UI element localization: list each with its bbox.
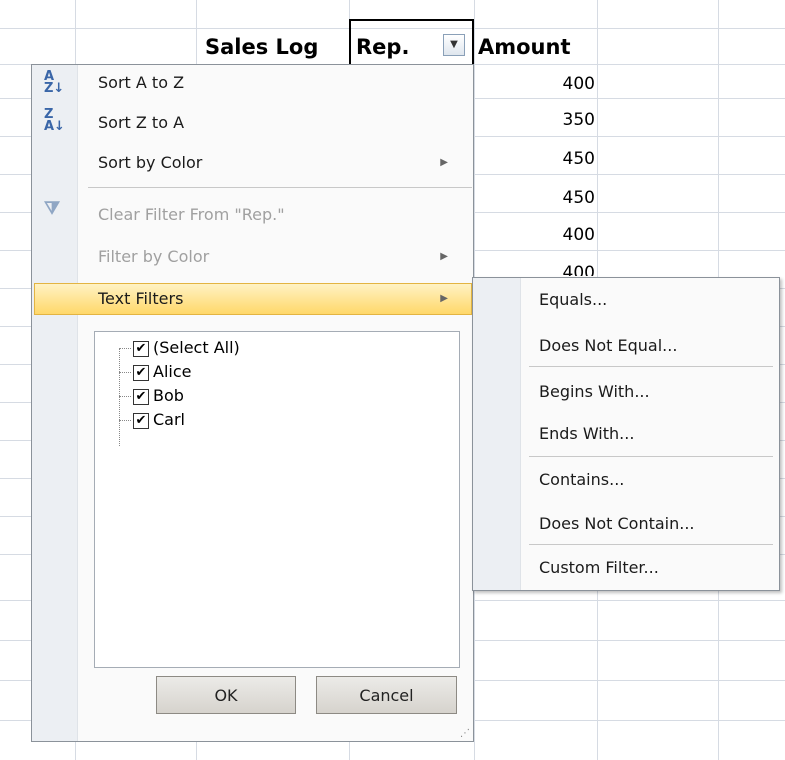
sort-za-icon: Z A↓ xyxy=(44,107,65,134)
header-amount[interactable]: Amount xyxy=(478,30,571,64)
checkbox-checked-icon[interactable]: ✔ xyxy=(133,341,149,357)
menu-separator xyxy=(88,187,472,188)
does-not-equal-item[interactable]: Does Not Equal... xyxy=(539,330,677,362)
checkbox-label: Alice xyxy=(153,362,192,381)
text-filters-submenu: Equals... Does Not Equal... Begins With.… xyxy=(472,277,780,591)
sort-by-color-item[interactable]: Sort by Color ▶ xyxy=(80,147,472,179)
custom-filter-item[interactable]: Custom Filter... xyxy=(539,552,659,584)
cancel-button[interactable]: Cancel xyxy=(316,676,457,714)
filter-by-color-item[interactable]: Filter by Color ▶ xyxy=(80,241,472,273)
tree-connector xyxy=(119,348,120,446)
filter-dropdown-button[interactable]: ▼ xyxy=(443,34,465,56)
amount-cell[interactable]: 450 xyxy=(475,147,595,171)
text-filters-item[interactable]: Text Filters ▶ xyxy=(80,283,472,315)
filter-values-list[interactable]: ✔ (Select All) ✔ Alice ✔ Bob ✔ Carl xyxy=(94,331,460,668)
amount-cell[interactable]: 400 xyxy=(475,260,595,276)
checkbox-label: Bob xyxy=(153,386,184,405)
menu-separator xyxy=(529,456,773,457)
clear-filter-icon: ⧩ xyxy=(44,198,61,219)
tree-connector xyxy=(119,396,131,397)
submenu-icon-gutter xyxy=(473,278,521,590)
menu-separator xyxy=(529,544,773,545)
resize-grip-icon[interactable]: ⋰ xyxy=(460,728,470,739)
equals-item[interactable]: Equals... xyxy=(539,284,607,316)
checkbox-label: (Select All) xyxy=(153,338,240,357)
amount-cell[interactable]: 450 xyxy=(475,186,595,210)
tree-connector xyxy=(119,420,131,421)
clear-filter-item[interactable]: Clear Filter From "Rep." xyxy=(80,199,472,231)
menu-separator xyxy=(529,366,773,367)
sort-az-icon: A Z↓ xyxy=(44,69,65,96)
sort-az-item[interactable]: Sort A to Z xyxy=(80,67,472,99)
checkbox-checked-icon[interactable]: ✔ xyxy=(133,389,149,405)
sort-za-item[interactable]: Sort Z to A xyxy=(80,107,472,139)
amount-cell[interactable]: 400 xyxy=(475,223,595,247)
tree-connector xyxy=(119,348,131,349)
checkbox-label: Carl xyxy=(153,410,185,429)
ends-with-item[interactable]: Ends With... xyxy=(539,418,634,450)
tree-connector xyxy=(119,372,131,373)
contains-item[interactable]: Contains... xyxy=(539,464,624,496)
submenu-arrow-icon: ▶ xyxy=(440,157,448,168)
checkbox-checked-icon[interactable]: ✔ xyxy=(133,365,149,381)
ok-button[interactable]: OK xyxy=(156,676,296,714)
submenu-arrow-icon: ▶ xyxy=(440,293,448,304)
amount-cell[interactable]: 350 xyxy=(475,108,595,132)
submenu-arrow-icon: ▶ xyxy=(440,251,448,262)
header-sales-log[interactable]: Sales Log xyxy=(205,30,318,64)
amount-cell[interactable]: 400 xyxy=(475,72,595,96)
does-not-contain-item[interactable]: Does Not Contain... xyxy=(539,508,695,540)
autofilter-menu: A Z↓ Sort A to Z Z A↓ Sort Z to A Sort by … xyxy=(31,64,474,742)
checkbox-checked-icon[interactable]: ✔ xyxy=(133,413,149,429)
begins-with-item[interactable]: Begins With... xyxy=(539,376,650,408)
menu-icon-gutter xyxy=(32,65,78,741)
